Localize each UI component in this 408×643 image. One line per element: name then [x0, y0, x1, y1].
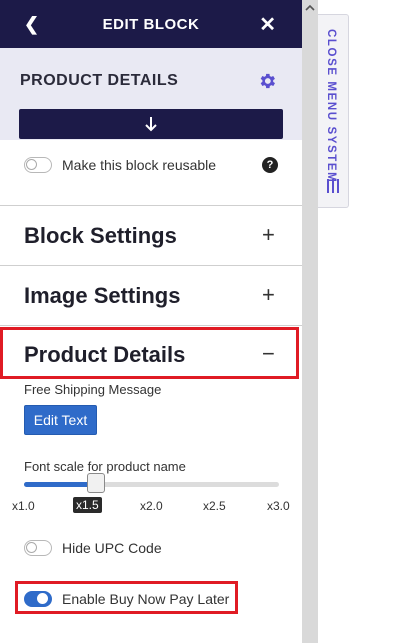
hide-upc-toggle[interactable] [24, 540, 52, 556]
expand-block-settings-icon[interactable]: + [262, 222, 275, 248]
section-product-details[interactable]: Product Details [24, 342, 185, 368]
bnpl-label: Enable Buy Now Pay Later [62, 591, 230, 607]
slider-fill [24, 482, 96, 487]
bnpl-toggle[interactable] [24, 591, 52, 607]
expand-image-settings-icon[interactable]: + [262, 282, 275, 308]
move-block-button[interactable] [19, 109, 283, 139]
divider [0, 325, 302, 326]
gear-icon[interactable] [257, 71, 277, 91]
close-icon[interactable]: ✕ [259, 12, 276, 37]
scale-tick-selected: x1.5 [73, 497, 102, 513]
reusable-toggle[interactable] [24, 157, 52, 173]
font-scale-label: Font scale for product name [24, 459, 186, 474]
divider [0, 205, 302, 206]
block-info: PRODUCT DETAILS [0, 48, 302, 140]
panel-title: EDIT BLOCK [102, 16, 200, 33]
scroll-up-icon[interactable] [304, 2, 316, 14]
reusable-label: Make this block reusable [62, 157, 217, 173]
scale-tick: x2.5 [203, 499, 226, 513]
slider-thumb[interactable] [86, 473, 105, 493]
close-menu-label: CLOSE MENU SYSTEM [325, 29, 337, 184]
close-menu-tab[interactable]: CLOSE MENU SYSTEM [318, 14, 349, 208]
panel-header: ❮ EDIT BLOCK ✕ [0, 0, 302, 48]
font-scale-slider[interactable] [24, 482, 279, 487]
scale-tick: x3.0 [267, 499, 290, 513]
free-shipping-label: Free Shipping Message [24, 382, 162, 397]
block-name: PRODUCT DETAILS [20, 72, 179, 89]
arrow-down-icon [145, 117, 157, 132]
help-icon[interactable]: ? [262, 157, 278, 173]
hide-upc-label: Hide UPC Code [62, 540, 162, 556]
divider [0, 265, 302, 266]
edit-block-panel: ❮ EDIT BLOCK ✕ PRODUCT DETAILS Make this… [0, 0, 302, 643]
section-block-settings[interactable]: Block Settings [24, 223, 177, 249]
collapse-product-details-icon[interactable]: − [262, 341, 275, 367]
scale-tick: x2.0 [140, 499, 163, 513]
section-image-settings[interactable]: Image Settings [24, 283, 180, 309]
edit-text-button[interactable]: Edit Text [24, 405, 97, 435]
menu-bars-icon [327, 179, 339, 193]
panel-scrollbar[interactable] [302, 0, 318, 643]
scale-tick: x1.0 [12, 499, 35, 513]
